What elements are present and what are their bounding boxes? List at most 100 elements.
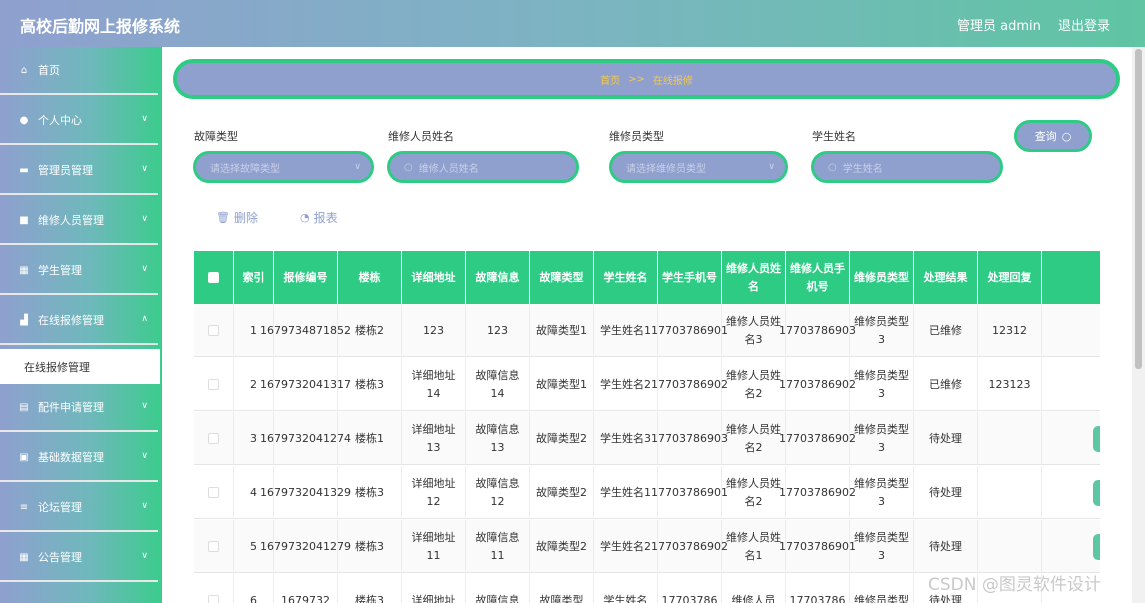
- col-index[interactable]: 索引: [234, 251, 274, 304]
- row-checkbox[interactable]: [208, 325, 219, 336]
- chevron-down-icon: ∨: [141, 164, 148, 174]
- cell-repair-no: 1679732: [274, 574, 338, 603]
- student-name-placeholder: 学生姓名: [842, 163, 883, 175]
- col-student-name[interactable]: 学生姓名: [594, 251, 658, 304]
- cell-repairer-name: 维修人员: [722, 574, 786, 603]
- col-repairer-name[interactable]: 维修人员姓名: [722, 251, 786, 304]
- row-select-cell[interactable]: [194, 412, 234, 465]
- table-row[interactable]: 3 1679732041274 楼栋1 详细地址13 故障信息13 故障类型2 学生姓名3 1…: [194, 412, 1100, 465]
- cell-repairer-type: 维修员类型3: [850, 358, 914, 411]
- sidebar-item-basic-data[interactable]: ▣ 基础数据管理 ∨: [0, 434, 158, 482]
- row-checkbox[interactable]: [208, 541, 219, 552]
- repairer-type-select[interactable]: 请选择维修员类型 ∨: [609, 151, 788, 183]
- cell-address: 详细地址11: [402, 520, 466, 573]
- row-select-cell[interactable]: [194, 466, 234, 519]
- select-all-cell[interactable]: [194, 251, 234, 304]
- cell-building: 楼栋2: [338, 304, 402, 357]
- cell-result: 已维修: [914, 358, 978, 411]
- cell-fault-info: 故障信息: [466, 574, 530, 603]
- delete-button[interactable]: 🗑 删除: [216, 209, 258, 226]
- row-checkbox[interactable]: [208, 433, 219, 444]
- fault-type-label: 故障类型: [194, 130, 238, 143]
- sidebar-item-label: 配件申请管理: [38, 401, 104, 414]
- fault-type-select[interactable]: 请选择故障类型 ∨: [193, 151, 374, 183]
- sidebar-item-label: 在线报修管理: [38, 314, 104, 327]
- sidebar-subitem-online-repair[interactable]: 在线报修管理: [0, 349, 160, 384]
- breadcrumb-separator: >>: [628, 73, 645, 85]
- row-select-cell[interactable]: [194, 358, 234, 411]
- fault-type-placeholder: 请选择故障类型: [210, 163, 280, 175]
- sidebar-item-home[interactable]: ⌂ 首页: [0, 47, 158, 95]
- sidebar-item-forum[interactable]: ≡ 论坛管理 ∨: [0, 484, 158, 532]
- student-name-label: 学生姓名: [812, 130, 856, 143]
- repairer-name-input[interactable]: ○ 维修人员姓名: [387, 151, 579, 183]
- cell-building: 楼栋3: [338, 574, 402, 603]
- col-building[interactable]: 楼栋: [338, 251, 402, 304]
- cell-student-phone: 17703786: [658, 574, 722, 603]
- col-repairer-phone[interactable]: 维修人员手机号: [786, 251, 850, 304]
- sidebar: ⌂ 首页 ● 个人中心 ∨ ▬ 管理员管理 ∨ ■ 维修人员管理 ∨ ▦ 学生管…: [0, 47, 162, 603]
- repair-icon: ▟: [20, 314, 28, 326]
- col-fault-type[interactable]: 故障类型: [530, 251, 594, 304]
- sidebar-item-label: 公告管理: [38, 551, 82, 564]
- row-select-cell[interactable]: [194, 520, 234, 573]
- row-select-cell[interactable]: [194, 574, 234, 603]
- table-row[interactable]: 1 1679734871852 楼栋2 123 123 故障类型1 学生姓名1 1770378…: [194, 304, 1100, 357]
- row-checkbox[interactable]: [208, 595, 219, 603]
- report-button[interactable]: ◔ 报表: [300, 209, 338, 226]
- cell-reply: 123123: [978, 358, 1042, 411]
- col-result[interactable]: 处理结果: [914, 251, 978, 304]
- breadcrumb-home[interactable]: 首页: [600, 72, 620, 87]
- cell-fault-type: 故障类型: [530, 574, 594, 603]
- col-fault-info[interactable]: 故障信息: [466, 251, 530, 304]
- col-student-phone[interactable]: 学生手机号: [658, 251, 722, 304]
- col-address[interactable]: 详细地址: [402, 251, 466, 304]
- query-label: 查询: [1034, 130, 1057, 143]
- table-row[interactable]: 2 1679732041317 楼栋3 详细地址14 故障信息14 故障类型1 学生姓名2 1…: [194, 358, 1100, 411]
- cell-building: 楼栋1: [338, 412, 402, 465]
- query-button[interactable]: 查询 ○: [1014, 120, 1092, 152]
- repairer-name-placeholder: 维修人员姓名: [418, 163, 479, 175]
- repairer-type-placeholder: 请选择维修员类型: [626, 163, 706, 175]
- scrollbar-thumb[interactable]: [1135, 49, 1142, 369]
- row-select-cell[interactable]: [194, 304, 234, 357]
- cell-repairer-type: 维修员类型3: [850, 304, 914, 357]
- top-header: 高校后勤网上报修系统 管理员 admin 退出登录: [0, 0, 1145, 47]
- chevron-down-icon: ∨: [141, 401, 148, 411]
- cell-fault-info: 123: [466, 304, 530, 357]
- table-row[interactable]: 4 1679732041329 楼栋3 详细地址12 故障信息12 故障类型2 学生姓名1 1…: [194, 466, 1100, 519]
- cell-repair-no: 1679732041274: [260, 412, 351, 465]
- briefcase-icon: ■: [19, 214, 29, 226]
- cell-student-phone: 17703786902: [651, 520, 728, 573]
- sidebar-item-parts-application[interactable]: ▤ 配件申请管理 ∨: [0, 384, 158, 432]
- row-action-button[interactable]: [1093, 426, 1100, 452]
- sidebar-item-announcement[interactable]: ▦ 公告管理 ∨: [0, 534, 158, 582]
- cell-index: 6: [234, 574, 274, 603]
- repair-table: 索引 报修编号 楼栋 详细地址 故障信息 故障类型 学生姓名 学生手机号 维修人…: [194, 251, 1100, 603]
- cell-fault-info: 故障信息13: [466, 412, 530, 465]
- student-name-input[interactable]: ○ 学生姓名: [811, 151, 1003, 183]
- logout-link[interactable]: 退出登录: [1058, 15, 1110, 34]
- report-label: 报表: [313, 211, 338, 225]
- col-repair-no[interactable]: 报修编号: [274, 251, 338, 304]
- row-checkbox[interactable]: [208, 487, 219, 498]
- cell-repairer-phone: 17703786902: [779, 358, 856, 411]
- col-repairer-type[interactable]: 维修员类型: [850, 251, 914, 304]
- sidebar-item-online-repair-management[interactable]: ▟ 在线报修管理 ∧: [0, 297, 158, 345]
- cell-repairer-type: 维修员类型3: [850, 466, 914, 519]
- cell-actions: [1042, 304, 1100, 357]
- sidebar-item-admin-management[interactable]: ▬ 管理员管理 ∨: [0, 147, 158, 195]
- sidebar-item-personal-center[interactable]: ● 个人中心 ∨: [0, 97, 158, 145]
- sidebar-item-student-management[interactable]: ▦ 学生管理 ∨: [0, 247, 158, 295]
- row-action-button[interactable]: [1093, 480, 1100, 506]
- select-all-checkbox[interactable]: [208, 272, 219, 283]
- row-checkbox[interactable]: [208, 379, 219, 390]
- row-action-button[interactable]: [1093, 534, 1100, 560]
- cell-fault-info: 故障信息14: [466, 358, 530, 411]
- sidebar-item-label: 个人中心: [38, 114, 82, 127]
- cell-fault-type: 故障类型2: [530, 466, 594, 519]
- sidebar-item-repairer-management[interactable]: ■ 维修人员管理 ∨: [0, 197, 158, 245]
- col-reply[interactable]: 处理回复: [978, 251, 1042, 304]
- table-row[interactable]: 5 1679732041279 楼栋3 详细地址11 故障信息11 故障类型2 学生姓名2 1…: [194, 520, 1100, 573]
- cell-reply: [978, 520, 1042, 573]
